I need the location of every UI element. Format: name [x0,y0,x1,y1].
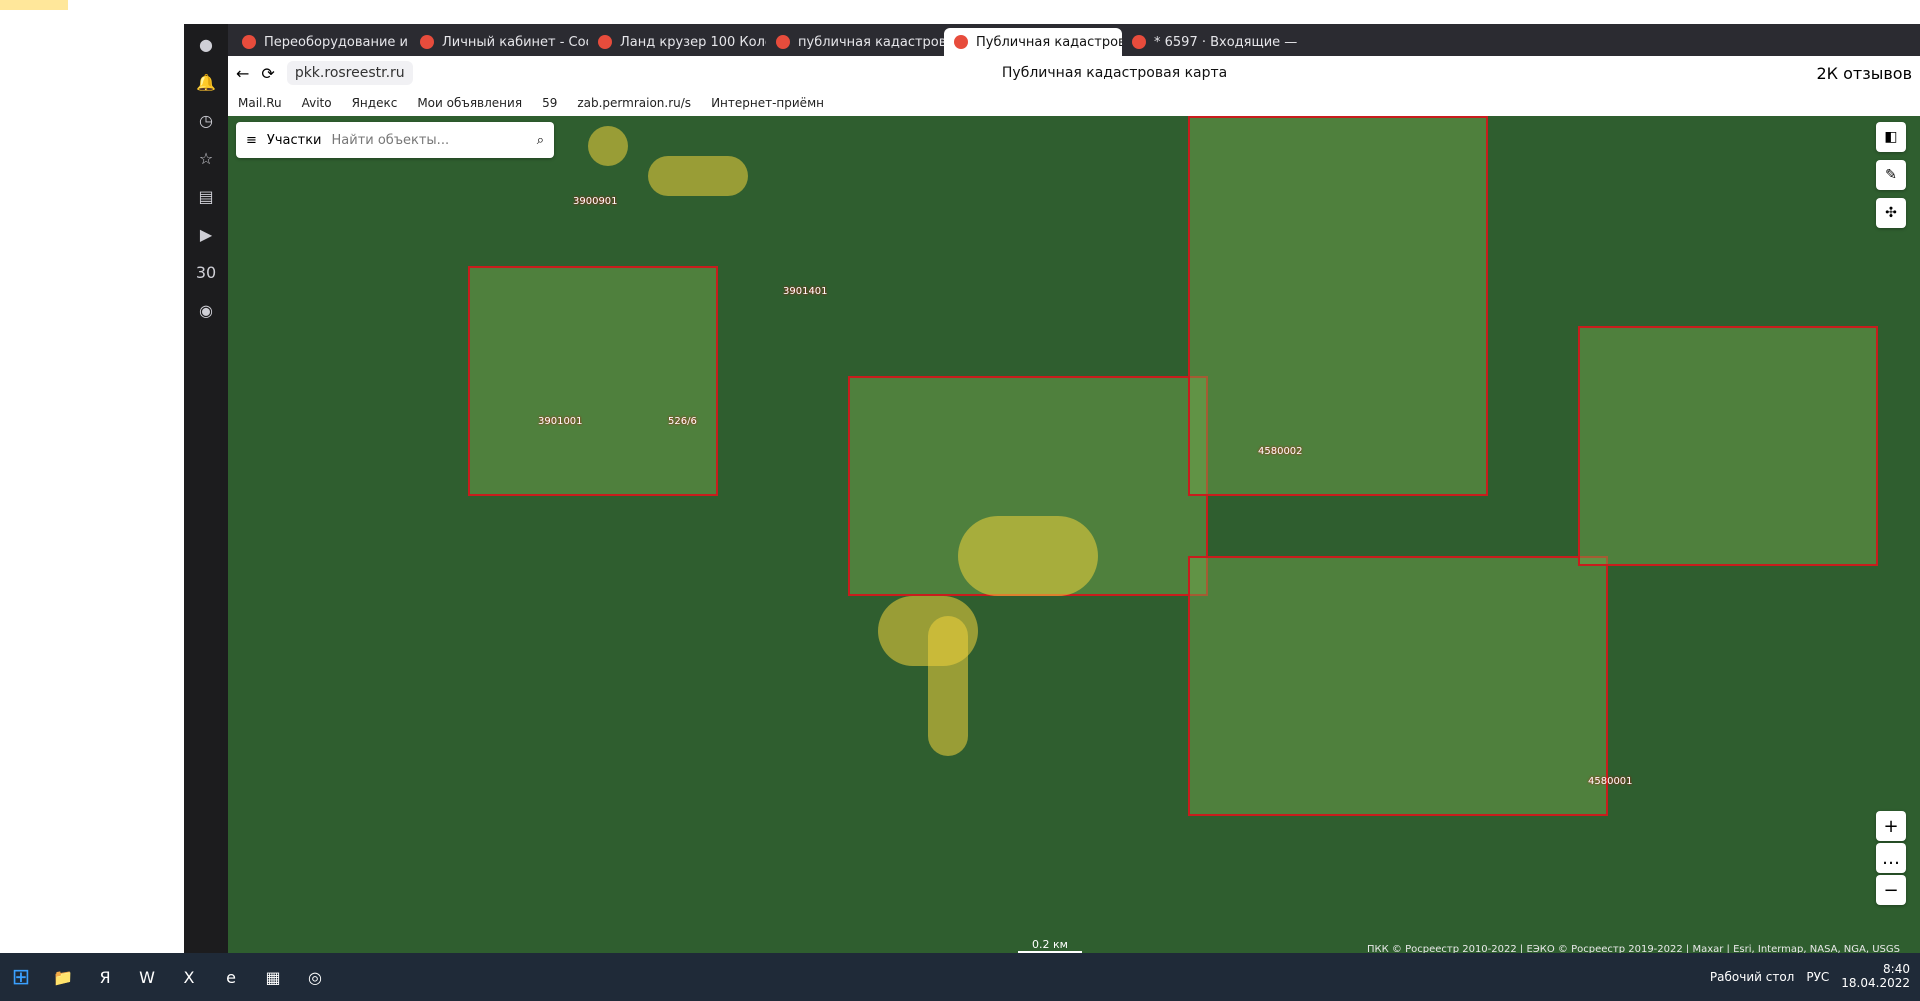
calendar-icon[interactable]: 30 [194,260,218,284]
excel-icon[interactable]: X [168,956,210,998]
reviews-badge[interactable]: 2К отзывов [1816,64,1912,83]
chrome-icon[interactable]: ◎ [294,956,336,998]
tab-favicon [420,35,434,49]
bookmark-3[interactable]: Мои объявления [417,96,522,110]
highlight-area [928,616,968,756]
browser-window: ● 🔔 ◷ ☆ ▤ ▶ 30 ◉ Переоборудование и рег … [184,24,1920,1001]
search-input[interactable]: Найти объекты... [332,133,527,148]
bookmark-1[interactable]: Avito [302,96,332,110]
word-icon[interactable]: W [126,956,168,998]
ruler-icon[interactable]: ✎ [1876,160,1906,190]
profile-icon[interactable]: ● [194,32,218,56]
zoom-in-button[interactable]: + [1876,811,1906,841]
search-icon[interactable]: ⌕ [537,133,544,148]
tab-favicon [954,35,968,49]
tab-favicon [242,35,256,49]
tab-strip: Переоборудование и рег Личный кабинет - … [228,24,1920,56]
system-tray: Рабочий стол РУС 8:40 18.04.2022 [1710,962,1920,991]
bookmark-6[interactable]: Интернет-приёмн [711,96,824,110]
bookmark-0[interactable]: Mail.Ru [238,96,282,110]
bookmark-4[interactable]: 59 [542,96,557,110]
parcel[interactable] [1578,326,1878,566]
date-text: 18.04.2022 [1841,976,1910,990]
calculator-icon[interactable]: ▦ [252,956,294,998]
back-icon[interactable]: ← [236,64,249,83]
tab-favicon [776,35,790,49]
parcel[interactable] [1188,556,1608,816]
history-icon[interactable]: ◷ [194,108,218,132]
tab-favicon [1132,35,1146,49]
explorer-icon[interactable]: 📁 [42,956,84,998]
zoom-controls: + … − [1876,811,1906,905]
taskbar: ⊞ 📁 Я W X e ▦ ◎ Рабочий стол РУС 8:40 18… [0,953,1920,1001]
search-filter[interactable]: Участки [267,133,322,148]
layers-icon[interactable]: ◧ [1876,122,1906,152]
browser-toolbar: Переоборудование и рег Личный кабинет - … [228,24,1920,116]
map-label: 526/6 [668,416,697,427]
reload-icon[interactable]: ⟳ [261,64,274,83]
address-bar: ← ⟳ pkk.rosreestr.ru Публичная кадастров… [228,56,1920,90]
locate-icon[interactable]: ✣ [1876,198,1906,228]
browser-sidebar: ● 🔔 ◷ ☆ ▤ ▶ 30 ◉ [184,24,228,964]
tab-favicon [598,35,612,49]
tab-2[interactable]: Ланд крузер 100 Колодки [588,28,766,56]
page-title: Публичная кадастровая карта [1001,65,1228,81]
video-icon[interactable]: ▶ [194,222,218,246]
bookmarks-bar: Mail.Ru Avito Яндекс Мои объявления 59 z… [228,90,1920,116]
bookmark-5[interactable]: zab.permraion.ru/s [577,96,691,110]
parcel[interactable] [1188,116,1488,496]
start-icon[interactable]: ⊞ [0,953,42,1001]
highlight-area [648,156,748,196]
map-label: 4580001 [1588,776,1633,787]
cadastral-map[interactable]: 3901401 3901001 3900901 4580002 4580001 … [228,116,1920,961]
collections-icon[interactable]: ▤ [194,184,218,208]
tab-1[interactable]: Личный кабинет - Сообщ [410,28,588,56]
parcel[interactable] [468,266,718,496]
tab-3[interactable]: публичная кадастровая к [766,28,944,56]
map-scale: 0.2 км [1018,938,1082,953]
desktop-label[interactable]: Рабочий стол [1710,970,1794,984]
highlight-area [588,126,628,166]
highlight-area [958,516,1098,596]
menu-icon[interactable]: ≡ [246,133,257,148]
map-label: 4580002 [1258,446,1303,457]
map-search: ≡ Участки Найти объекты... ⌕ [236,122,554,158]
tab-5[interactable]: * 6597 · Входящие — Янде [1122,28,1300,56]
time-text: 8:40 [1883,962,1910,977]
zoom-out-button[interactable]: − [1876,875,1906,905]
map-label: 3900901 [573,196,618,207]
clock[interactable]: 8:40 18.04.2022 [1841,962,1910,991]
bookmark-2[interactable]: Яндекс [352,96,398,110]
yandex-icon[interactable]: Я [84,956,126,998]
url-field[interactable]: pkk.rosreestr.ru [286,61,413,85]
more-button[interactable]: … [1876,843,1906,873]
ie-icon[interactable]: e [210,956,252,998]
notifications-icon[interactable]: 🔔 [194,70,218,94]
map-label: 3901401 [783,286,828,297]
tab-0[interactable]: Переоборудование и рег [232,28,410,56]
camera-icon[interactable]: ◉ [194,298,218,322]
tab-4[interactable]: Публичная кадастровая [944,28,1122,56]
map-tools: ◧ ✎ ✣ [1876,122,1906,228]
lang-indicator[interactable]: РУС [1806,970,1829,984]
map-label: 3901001 [538,416,583,427]
highlight-strip [0,0,68,10]
favorites-icon[interactable]: ☆ [194,146,218,170]
